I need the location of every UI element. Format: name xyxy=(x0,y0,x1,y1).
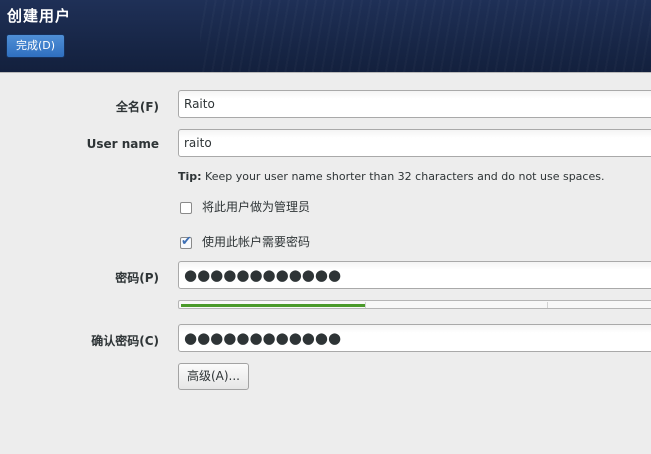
page-title: 创建用户 xyxy=(7,7,72,25)
fullname-field[interactable]: Raito xyxy=(178,90,651,118)
done-button[interactable]: 完成(D) xyxy=(6,34,65,58)
username-label: User name xyxy=(86,137,159,151)
checkmark-icon: ✔ xyxy=(181,233,192,249)
admin-checkbox-row[interactable]: 将此用户做为管理员 xyxy=(180,198,310,215)
password-strength-meter xyxy=(178,300,651,309)
tip-text: Keep your user name shorter than 32 char… xyxy=(201,170,605,183)
password-field[interactable]: ●●●●●●●●●●●● xyxy=(178,261,651,289)
confirm-password-field[interactable]: ●●●●●●●●●●●● xyxy=(178,324,651,352)
meter-divider xyxy=(365,302,366,308)
require-password-row[interactable]: ✔ 使用此帐户需要密码 xyxy=(180,233,310,250)
admin-checkbox-label: 将此用户做为管理员 xyxy=(202,200,311,214)
username-field[interactable]: raito xyxy=(178,129,651,157)
fullname-label: 全名(F) xyxy=(115,100,159,114)
tip-prefix: Tip: xyxy=(178,170,202,183)
admin-checkbox[interactable] xyxy=(180,201,192,214)
advanced-button[interactable]: 高级(A)... xyxy=(178,363,249,390)
header-divider xyxy=(0,72,651,73)
require-password-checkbox[interactable]: ✔ xyxy=(180,233,192,249)
confirm-password-label: 确认密码(C) xyxy=(91,334,159,348)
require-password-label: 使用此帐户需要密码 xyxy=(202,235,311,249)
password-label: 密码(P) xyxy=(115,271,159,285)
username-tip: Tip: Keep your user name shorter than 32… xyxy=(178,170,604,183)
password-strength-fill xyxy=(181,304,366,307)
meter-divider xyxy=(547,302,548,308)
header-bar: 创建用户 完成(D) xyxy=(0,0,651,72)
